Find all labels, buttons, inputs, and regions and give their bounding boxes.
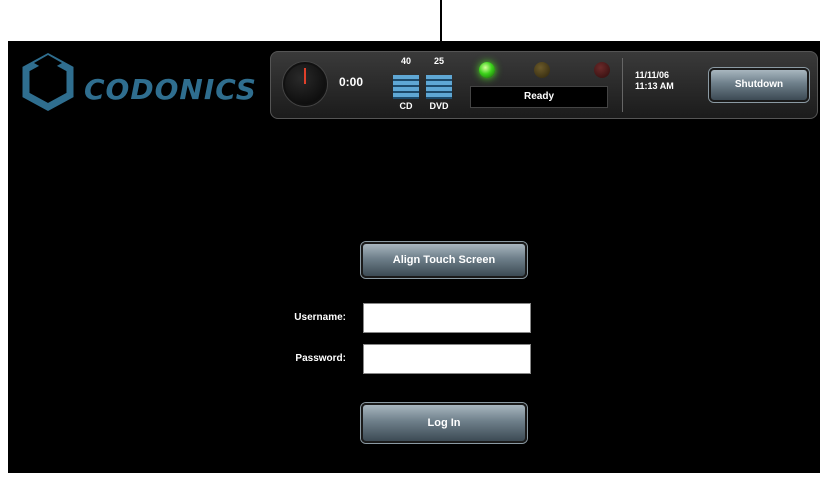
password-label: Password: bbox=[295, 353, 346, 364]
date-text: 11/11/06 bbox=[635, 70, 670, 80]
device-screen: CODONICS 0:00 40 CD 25 DVD Ready 11/11/0… bbox=[8, 41, 820, 473]
time-text: 11:13 AM bbox=[635, 81, 674, 91]
cd-media-indicator: 40 CD bbox=[391, 55, 421, 113]
logo-text: CODONICS bbox=[84, 73, 257, 106]
username-input[interactable] bbox=[363, 303, 531, 333]
codonics-logo: CODONICS bbox=[22, 53, 272, 113]
dial-needle bbox=[304, 68, 306, 84]
cd-count: 40 bbox=[400, 56, 411, 66]
align-touch-screen-button[interactable]: Align Touch Screen bbox=[361, 242, 527, 278]
status-panel: 0:00 40 CD 25 DVD Ready 11/11/06 11:13 A… bbox=[270, 51, 818, 119]
login-button[interactable]: Log In bbox=[361, 403, 527, 443]
red-status-light-icon bbox=[594, 62, 610, 78]
datetime: 11/11/06 11:13 AM bbox=[635, 70, 674, 92]
timer: 0:00 bbox=[339, 75, 364, 89]
dvd-level-bar bbox=[426, 75, 452, 99]
hexagon-logo-icon bbox=[22, 53, 74, 111]
dvd-label: DVD bbox=[429, 101, 449, 111]
cd-label: CD bbox=[399, 101, 413, 111]
shutdown-button[interactable]: Shutdown bbox=[709, 68, 809, 102]
dvd-media-indicator: 25 DVD bbox=[424, 55, 454, 113]
cd-level-bar bbox=[393, 75, 419, 99]
green-status-light-icon bbox=[479, 62, 495, 78]
status-text: Ready bbox=[470, 86, 608, 108]
password-input[interactable] bbox=[363, 344, 531, 374]
panel-divider bbox=[622, 58, 623, 112]
amber-status-light-icon bbox=[534, 62, 550, 78]
username-label: Username: bbox=[294, 312, 346, 323]
dvd-count: 25 bbox=[433, 56, 444, 66]
progress-dial-icon bbox=[283, 62, 327, 106]
